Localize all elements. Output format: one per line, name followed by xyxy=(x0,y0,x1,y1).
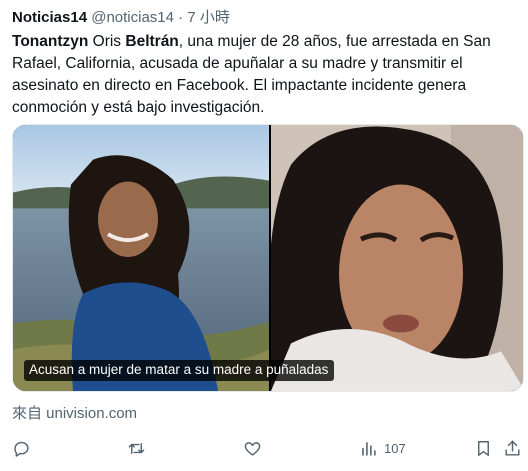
views-button[interactable]: 107 xyxy=(359,436,406,460)
heart-icon xyxy=(244,441,261,456)
photo-left[interactable] xyxy=(13,125,269,391)
like-button[interactable] xyxy=(243,436,262,460)
bar-chart-icon xyxy=(362,441,376,456)
share-icon xyxy=(505,440,520,456)
reply-button[interactable] xyxy=(12,436,31,460)
author-name[interactable]: Noticias14 xyxy=(12,9,87,26)
share-button[interactable] xyxy=(503,436,522,460)
bookmark-button[interactable] xyxy=(474,436,493,460)
source-link[interactable]: 來自 univision.com xyxy=(12,404,137,424)
views-count: 107 xyxy=(384,440,406,456)
tweet-media[interactable]: Acusan a mujer de matar a su madre a puñ… xyxy=(12,124,524,392)
tweet-header: Noticias14 @noticias14 · 7 小時 xyxy=(12,8,230,28)
meta-separator: · xyxy=(178,9,184,26)
tweet-time[interactable]: 7 小時 xyxy=(187,9,230,26)
action-bar: 107 xyxy=(0,436,528,460)
media-caption: Acusan a mujer de matar a su madre a puñ… xyxy=(24,360,335,381)
name-last: Beltrán xyxy=(125,33,179,50)
bookmark-icon xyxy=(478,440,489,456)
name-first: Tonantzyn xyxy=(12,33,89,50)
tweet-text: Tonantzyn Oris Beltrán, una mujer de 28 … xyxy=(12,31,518,119)
repost-icon xyxy=(128,442,145,454)
reply-icon xyxy=(14,441,29,457)
author-handle[interactable]: @noticias14 xyxy=(91,9,174,26)
photo-right[interactable] xyxy=(271,125,523,391)
name-middle: Oris xyxy=(88,33,126,50)
repost-button[interactable] xyxy=(127,436,146,460)
